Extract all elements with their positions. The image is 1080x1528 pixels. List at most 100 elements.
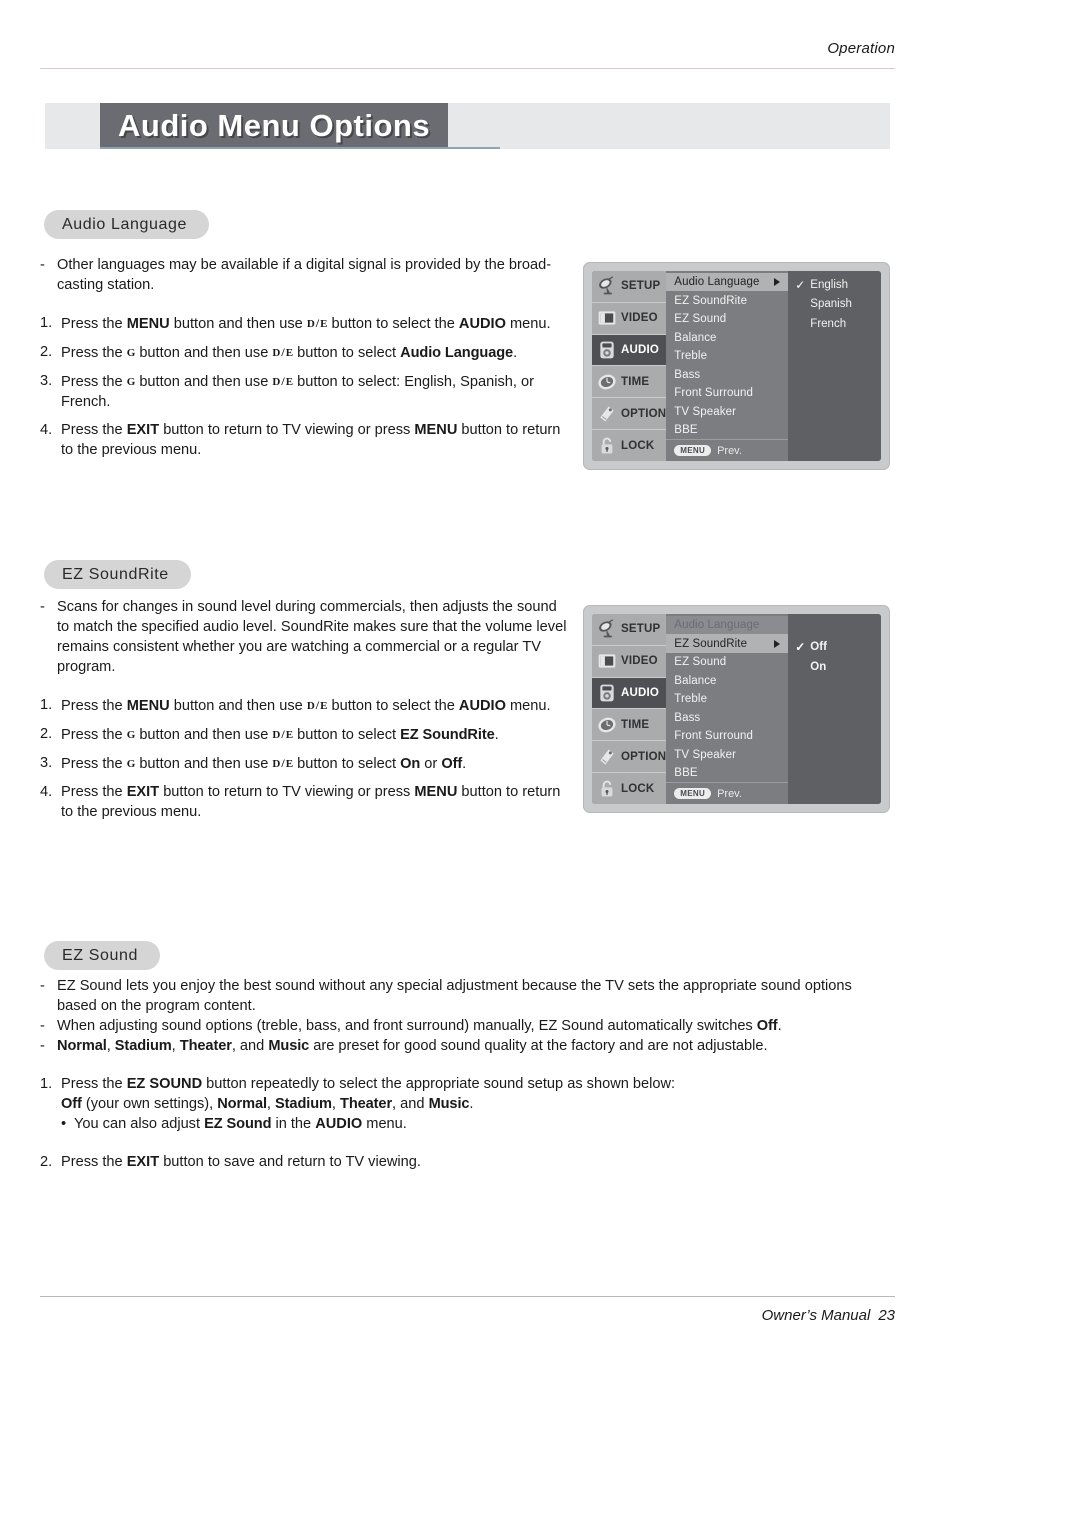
osd-tab-label: TIME — [621, 375, 650, 388]
osd-menu-item-treble[interactable]: Treble — [666, 690, 788, 708]
osd-tab-lock[interactable]: LOCK — [592, 773, 666, 804]
osd-tab-time[interactable]: TIME — [592, 709, 667, 742]
step-text: Press the EXIT button to save and return… — [61, 1154, 421, 1170]
osd-tab-option[interactable]: OPTION — [592, 398, 667, 431]
step-item: 1. Press the MENU button and then use D/… — [40, 313, 572, 334]
osd-menu-item-bass[interactable]: Bass — [666, 365, 788, 383]
osd-tab-setup[interactable]: SETUP — [592, 614, 667, 646]
section-heading-ez-sound: EZ Sound — [44, 941, 160, 970]
osd-tab-time[interactable]: TIME — [592, 366, 667, 399]
osd-value-french[interactable]: French — [788, 314, 881, 334]
osd-tab-video[interactable]: VIDEO — [592, 303, 667, 335]
osd-menu-item-tv-speaker[interactable]: TV Speaker — [666, 745, 788, 763]
osd-value-off[interactable]: ✓ Off — [788, 638, 881, 658]
monitor-icon — [598, 311, 616, 325]
osd-item-label: EZ SoundRite — [674, 637, 748, 650]
osd-menu-item-treble[interactable]: Treble — [666, 347, 788, 365]
osd-menu-item-front-surround[interactable]: Front Surround — [666, 384, 788, 402]
osd-item-label: Treble — [674, 350, 708, 363]
osd-tab-label: SETUP — [621, 280, 661, 293]
padlock-icon — [601, 437, 613, 454]
step-number: 1. — [40, 1076, 53, 1092]
sub-bullet-marker: • — [61, 1116, 67, 1132]
osd-menu-item-ez-soundrite[interactable]: EZ SoundRite — [666, 634, 789, 653]
footer-rule — [40, 1296, 895, 1297]
step-number: 1. — [40, 697, 53, 713]
section-heading-label: EZ SoundRite — [62, 565, 169, 583]
osd-menu-item-front-surround[interactable]: Front Surround — [666, 727, 788, 745]
osd-menu-item-tv-speaker[interactable]: TV Speaker — [666, 402, 788, 420]
audio-language-body: - Other languages may be available if a … — [40, 255, 572, 460]
osd-tab-audio[interactable]: AUDIO — [592, 334, 667, 367]
osd-value-spanish[interactable]: Spanish — [788, 295, 881, 315]
osd-value-label: English — [810, 278, 849, 291]
osd-prev-hint[interactable]: MENU Prev. — [666, 439, 789, 461]
clock-icon — [598, 374, 616, 390]
osd-menu-item-balance[interactable]: Balance — [666, 671, 788, 689]
osd-item-label: Treble — [674, 693, 708, 706]
osd-menu-list: Audio Language EZ SoundRite EZ Sound Bal… — [666, 271, 789, 461]
page-title: Audio Menu Options — [118, 108, 431, 143]
bullet-marker: - — [40, 1018, 45, 1034]
bullet-marker: - — [40, 257, 45, 273]
step-item: 2. Press the G button and then use D/E b… — [40, 724, 572, 745]
header-kicker: Operation — [827, 40, 895, 57]
osd-tab-label: TIME — [621, 718, 650, 731]
osd-item-label: Balance — [674, 674, 717, 687]
header-rule — [40, 68, 895, 69]
satellite-dish-icon — [599, 276, 614, 295]
bullet-item: - Scans for changes in sound level durin… — [40, 597, 572, 677]
osd-menu-item-bass[interactable]: Bass — [666, 708, 788, 726]
section-heading-label: Audio Language — [62, 215, 187, 233]
osd-tab-label: VIDEO — [621, 312, 658, 325]
osd-tab-setup[interactable]: SETUP — [592, 271, 667, 303]
step-item: 4. Press the EXIT button to return to TV… — [40, 420, 572, 460]
step-sub-line: Off (your own settings), Normal, Stadium… — [40, 1094, 895, 1114]
osd-menu-item-bbe[interactable]: BBE — [666, 764, 788, 782]
osd-menu-item-audio-language[interactable]: Audio Language — [666, 273, 789, 292]
step-item: 1. Press the EZ SOUND button repeatedly … — [40, 1074, 895, 1094]
step-text: • You can also adjust EZ Sound in the AUD… — [61, 1116, 407, 1132]
osd-prev-hint[interactable]: MENU Prev. — [666, 782, 789, 804]
bullet-text: Normal, Stadium, Theater, and Music are … — [57, 1038, 768, 1054]
remote-tag-icon — [600, 749, 614, 765]
step-text: Press the MENU button and then use D/E b… — [61, 698, 551, 714]
step-number: 4. — [40, 784, 53, 800]
title-underline — [100, 147, 500, 149]
step-number: 2. — [40, 726, 53, 742]
osd-item-label: EZ SoundRite — [674, 294, 748, 307]
step-item: 2. Press the G button and then use D/E b… — [40, 342, 572, 363]
osd-menu-item-balance[interactable]: Balance — [666, 328, 788, 346]
osd-item-label: Bass — [674, 368, 701, 381]
osd-tab-label: VIDEO — [621, 655, 658, 668]
page-footer: Owner’s Manual 23 — [40, 1296, 895, 1336]
bullet-item: - When adjusting sound options (treble, … — [40, 1016, 895, 1036]
osd-tab-option[interactable]: OPTION — [592, 741, 667, 774]
step-sub-bullet: • You can also adjust EZ Sound in the AUD… — [40, 1114, 895, 1134]
ez-soundrite-body: - Scans for changes in sound level durin… — [40, 597, 572, 822]
osd-value-label: Spanish — [810, 298, 852, 311]
page-header: Operation — [40, 40, 895, 72]
osd-tab-label: OPTION — [621, 407, 667, 420]
osd-tab-lock[interactable]: LOCK — [592, 430, 666, 461]
bullet-item: - Other languages may be available if a … — [40, 255, 572, 295]
osd-item-label: TV Speaker — [674, 405, 737, 418]
osd-screenshot-ez-soundrite: SETUP VIDEO AUDIO TIME OPTION LOCK Audio… — [583, 605, 890, 813]
bullet-text: When adjusting sound options (treble, ba… — [57, 1018, 782, 1034]
osd-menu-item-ez-soundrite[interactable]: EZ SoundRite — [666, 291, 788, 309]
osd-menu-item-ez-sound[interactable]: EZ Sound — [666, 310, 788, 328]
osd-item-label: Balance — [674, 331, 717, 344]
osd-tab-label: OPTION — [621, 750, 667, 763]
osd-menu-item-audio-language: Audio Language — [666, 616, 789, 635]
prev-label: Prev. — [717, 787, 742, 800]
osd-menu-item-bbe[interactable]: BBE — [666, 421, 788, 439]
ez-sound-body: - EZ Sound lets you enjoy the best sound… — [40, 976, 895, 1172]
osd-menu-item-ez-sound[interactable]: EZ Sound — [666, 653, 788, 671]
osd-tab-audio[interactable]: AUDIO — [592, 677, 667, 710]
osd-value-english[interactable]: ✓ English — [788, 275, 881, 295]
osd-item-label: Bass — [674, 711, 701, 724]
osd-item-label: BBE — [674, 423, 698, 436]
osd-item-label: Audio Language — [674, 619, 760, 632]
osd-tab-video[interactable]: VIDEO — [592, 646, 667, 678]
osd-value-on[interactable]: On — [788, 657, 881, 677]
